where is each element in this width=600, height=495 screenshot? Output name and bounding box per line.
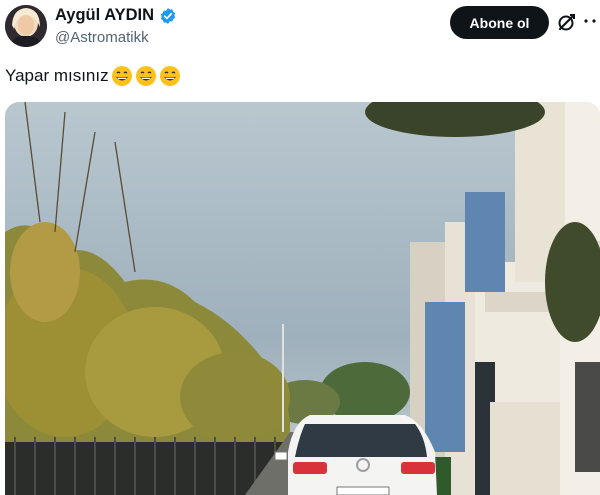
grinning-sweat-emoji-icon: [111, 66, 132, 86]
grok-icon[interactable]: [557, 12, 577, 32]
author-handle[interactable]: @Astromatikk: [55, 29, 149, 46]
author-name-text[interactable]: Aygül AYDIN: [55, 6, 154, 25]
tweet-photo[interactable]: [5, 102, 600, 495]
author-name[interactable]: Aygül AYDIN: [55, 6, 177, 25]
grinning-sweat-emoji-icon: [135, 66, 156, 86]
street-photo-icon: [5, 102, 600, 495]
tweet-text: Yapar mısınız: [5, 65, 181, 87]
tweet-text-body: Yapar mısınız: [5, 66, 109, 85]
avatar[interactable]: [5, 5, 47, 47]
more-icon[interactable]: [583, 14, 597, 28]
grinning-sweat-emoji-icon: [159, 66, 180, 86]
follow-button[interactable]: Abone ol: [450, 6, 549, 39]
profile-photo-icon: [5, 5, 47, 47]
verified-badge-icon: [160, 7, 176, 24]
